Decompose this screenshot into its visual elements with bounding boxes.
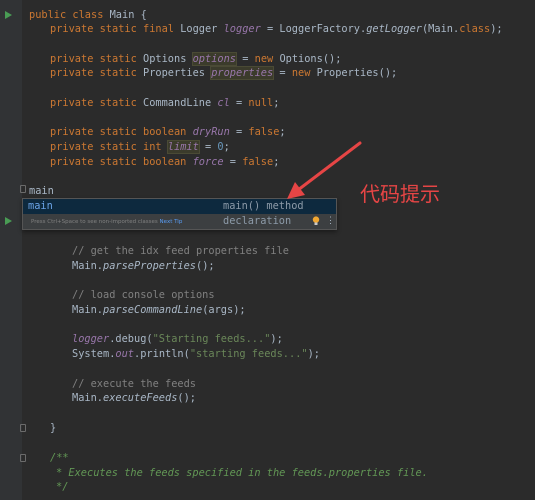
annotation-arrow-icon xyxy=(287,141,362,199)
annotation-label: 代码提示 xyxy=(360,182,440,206)
